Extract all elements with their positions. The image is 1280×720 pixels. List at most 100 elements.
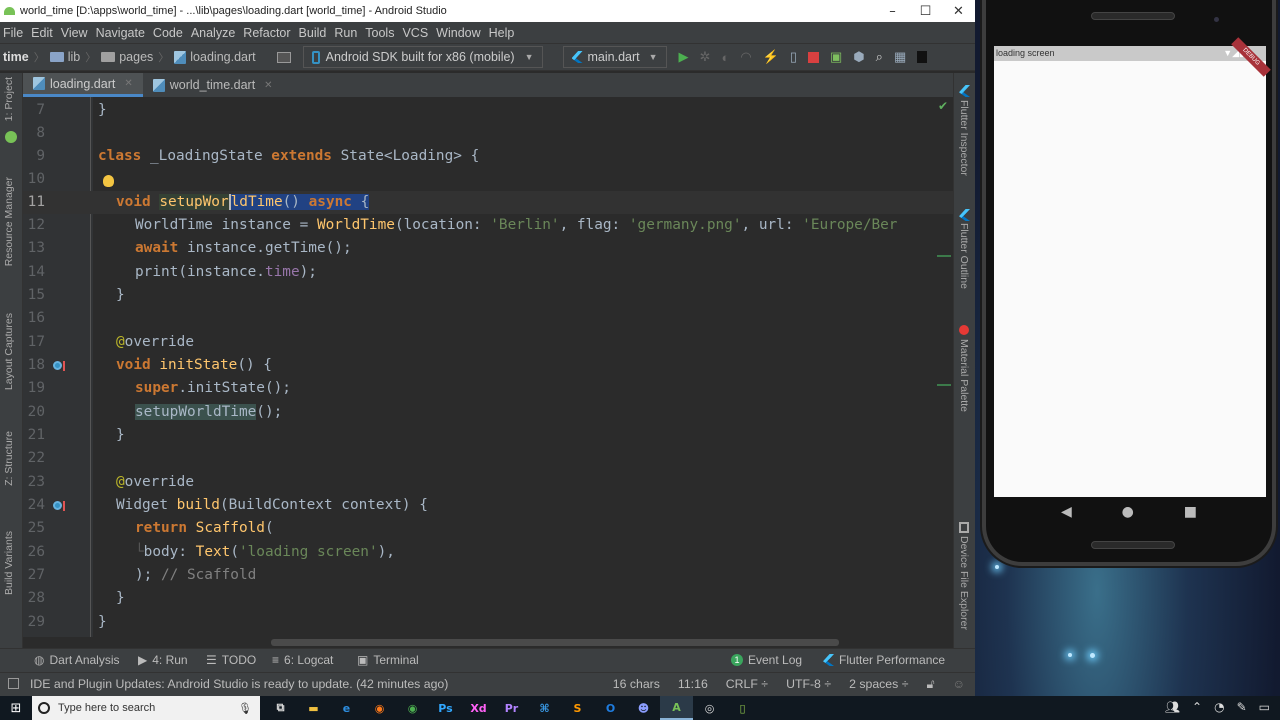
sdk-manager-icon[interactable]: ⬢	[853, 49, 864, 65]
code-editor[interactable]: ✔ 7} 8 9 class _LoadingState extends Stat…	[23, 97, 953, 637]
maximize-button[interactable]: ☐	[909, 4, 942, 19]
menu-vcs[interactable]: VCS	[398, 26, 432, 40]
people-icon[interactable]: 👥︎	[1165, 700, 1180, 714]
recents-button[interactable]: ■	[1184, 504, 1197, 520]
tool-project[interactable]: 1: Project	[3, 77, 15, 121]
microphone-icon[interactable]: 🎙︎	[238, 702, 260, 715]
terminal-window-icon[interactable]	[276, 51, 291, 63]
encoding-selector[interactable]: UTF-8 ÷	[786, 677, 831, 692]
breadcrumb-file[interactable]: loading.dart	[171, 50, 258, 64]
menu-code[interactable]: Code	[149, 26, 187, 40]
hot-reload-icon[interactable]: ⚡	[763, 49, 779, 65]
menu-view[interactable]: View	[57, 26, 92, 40]
toggle-tool-windows-icon[interactable]	[8, 678, 19, 689]
profile-icon[interactable]: ◠	[740, 49, 751, 65]
debug-icon[interactable]: ✲	[700, 49, 711, 65]
device-selector[interactable]: Android SDK built for x86 (mobile) ▼	[302, 46, 543, 68]
lock-icon[interactable]: 🔓︎	[926, 677, 934, 692]
emulator-screen[interactable]: loading screen ▼◢▮ DEBUG	[994, 37, 1271, 497]
taskbar-app-obs[interactable]: ◎	[693, 696, 726, 720]
line-number: 13	[27, 240, 45, 256]
breadcrumb-project[interactable]: time	[0, 50, 32, 64]
menu-run[interactable]: Run	[330, 26, 361, 40]
menu-file[interactable]: File	[0, 26, 27, 40]
tool-layout-captures[interactable]: Layout Captures	[3, 313, 15, 390]
taskbar-app-vscode[interactable]: ⌘	[528, 696, 561, 720]
tab-loading-dart[interactable]: loading.dart ✕	[23, 73, 143, 97]
tool-todo[interactable]: ☰ TODO	[206, 653, 256, 667]
menu-analyze[interactable]: Analyze	[187, 26, 239, 40]
close-button[interactable]: ✕	[942, 4, 975, 19]
taskbar-app-photoshop[interactable]: Ps	[429, 696, 462, 720]
tool-window-bar: ◍ Dart Analysis ▶ 4: Run ☰ TODO ≡ 6: Logcat …	[0, 648, 975, 672]
taskbar-app-sublime[interactable]: S	[561, 696, 594, 720]
tool-flutter-performance[interactable]: Flutter Performance	[823, 653, 945, 667]
tool-run[interactable]: ▶ 4: Run	[138, 653, 188, 667]
taskbar-app-android-studio[interactable]: A	[660, 696, 693, 720]
taskbar-app-emulator[interactable]: ▯	[726, 696, 759, 720]
notification-icon[interactable]: ▭	[1259, 700, 1270, 714]
run-config-selector[interactable]: main.dart ▼	[562, 46, 667, 68]
tool-event-log[interactable]: 1 Event Log	[731, 653, 802, 667]
minimize-button[interactable]: –	[876, 4, 909, 19]
menu-refactor[interactable]: Refactor	[239, 26, 294, 40]
avd-manager-icon[interactable]: ▣	[830, 49, 842, 65]
pen-icon[interactable]: ✎	[1237, 700, 1247, 714]
run-icon[interactable]: ▶	[679, 49, 689, 65]
close-tab-icon[interactable]: ✕	[124, 78, 132, 89]
tool-resource-manager[interactable]: Resource Manager	[3, 177, 15, 266]
chevron-up-icon[interactable]: ⌃	[1192, 700, 1202, 714]
wifi-icon[interactable]: ◔	[1214, 700, 1224, 714]
menu-tools[interactable]: Tools	[361, 26, 398, 40]
caret-position[interactable]: 11:16	[678, 677, 708, 692]
status-message[interactable]: IDE and Plugin Updates: Android Studio i…	[30, 677, 448, 691]
attach-icon[interactable]: ◐	[721, 50, 729, 65]
taskbar-app-discord[interactable]: ☻	[627, 696, 660, 720]
tab-world-time-dart[interactable]: world_time.dart ✕	[143, 73, 283, 97]
device-icon[interactable]	[917, 51, 928, 63]
taskbar-search[interactable]: Type here to search 🎙︎	[32, 696, 260, 720]
tool-dart-analysis[interactable]: ◍ Dart Analysis	[34, 653, 120, 667]
tool-material-palette[interactable]: Material Palette	[958, 339, 970, 412]
taskbar-app-firefox[interactable]: ◉	[363, 696, 396, 720]
inspector-icon[interactable]: ☺	[952, 677, 965, 692]
indent-selector[interactable]: 2 spaces ÷	[849, 677, 908, 692]
flutter-icon	[959, 209, 970, 221]
menu-edit[interactable]: Edit	[27, 26, 57, 40]
horizontal-scrollbar[interactable]	[271, 639, 839, 646]
back-button[interactable]: ◀	[1061, 504, 1072, 520]
breadcrumb-lib[interactable]: lib	[47, 50, 84, 64]
hot-restart-icon[interactable]: ▯	[790, 49, 797, 65]
search-icon[interactable]: ⌕	[876, 49, 883, 65]
tool-flutter-inspector[interactable]: Flutter Inspector	[958, 100, 970, 176]
tool-build-variants[interactable]: Build Variants	[3, 531, 15, 595]
taskbar-app-adobe-xd[interactable]: Xd	[462, 696, 495, 720]
taskbar-app-task-view[interactable]: ⧉	[264, 696, 297, 720]
tool-device-file-explorer[interactable]: Device File Explorer	[958, 536, 970, 630]
menu-build[interactable]: Build	[295, 26, 331, 40]
tool-structure[interactable]: Z: Structure	[3, 431, 15, 486]
menu-help[interactable]: Help	[485, 26, 519, 40]
home-button[interactable]: ●	[1122, 504, 1134, 520]
line-separator-selector[interactable]: CRLF ÷	[726, 677, 768, 692]
menu-window[interactable]: Window	[432, 26, 484, 40]
tool-flutter-outline[interactable]: Flutter Outline	[958, 223, 970, 289]
taskbar-app-file-explorer[interactable]: ▬	[297, 696, 330, 720]
token: 'loading screen'	[238, 544, 378, 560]
code-text: @override	[116, 331, 194, 354]
stop-icon[interactable]	[808, 51, 819, 63]
line-number: 25	[27, 520, 45, 536]
tool-terminal[interactable]: ▣ Terminal	[357, 653, 419, 667]
project-structure-icon[interactable]: ▦	[894, 49, 906, 65]
taskbar-app-premiere[interactable]: Pr	[495, 696, 528, 720]
tool-logcat[interactable]: ≡ 6: Logcat	[272, 653, 333, 667]
taskbar-app-edge[interactable]: e	[330, 696, 363, 720]
menu-navigate[interactable]: Navigate	[92, 26, 149, 40]
code-line: 23 @override	[23, 471, 953, 494]
close-tab-icon[interactable]: ✕	[264, 80, 272, 91]
breadcrumb-pages[interactable]: pages	[98, 50, 156, 64]
taskbar-app-chrome[interactable]: ◉	[396, 696, 429, 720]
windows-start-icon[interactable]: ⊞	[0, 696, 32, 720]
lightbulb-icon[interactable]	[103, 175, 114, 187]
taskbar-app-outlook[interactable]: O	[594, 696, 627, 720]
